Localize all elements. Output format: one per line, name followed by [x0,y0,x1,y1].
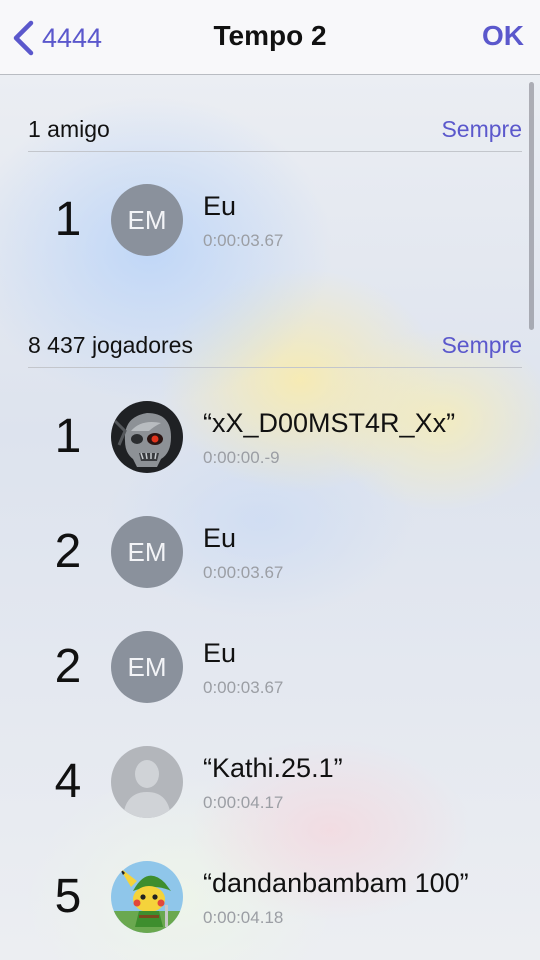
rank-number: 2 [54,525,82,578]
player-name: “dandanbambam 100” [203,868,469,898]
friends-time-filter-button[interactable]: Sempre [441,116,522,143]
avatar-initials: EM [127,205,167,235]
player-name: Eu [203,523,237,553]
navigation-bar: 4444 Tempo 2 OK [0,0,540,75]
pikachu-link-avatar-icon [111,861,183,933]
friends-section-header: 1 amigo Sempre [28,111,522,152]
player-time: 0:00:03.67 [203,231,284,250]
avatar: EM [111,631,183,703]
players-count: 8 437 jogadores [28,332,193,358]
rank-number: 4 [54,755,82,808]
player-time: 0:00:00.-9 [203,448,280,467]
players-time-filter-button[interactable]: Sempre [441,332,522,359]
ok-button[interactable]: OK [482,20,524,52]
list-item[interactable]: 4 “Kathi.25.1” 0:00:04.17 [0,727,540,837]
player-name: Eu [203,638,237,668]
player-name: Eu [203,191,237,221]
skull-warrior-avatar-icon [111,401,183,473]
list-item[interactable]: 2 EM Eu 0:00:03.67 [0,497,540,607]
player-time: 0:00:03.67 [203,563,284,582]
players-section-header: 8 437 jogadores Sempre [28,327,522,368]
rank-number: 2 [54,640,82,693]
leaderboard-list: 1 amigo Sempre 1 EM Eu 0:00:03.67 8 437 … [0,75,540,960]
friends-count: 1 amigo [28,116,110,142]
rank-number: 1 [54,193,82,246]
avatar: EM [111,516,183,588]
rank-number: 1 [54,410,82,463]
rank-number: 5 [54,870,82,923]
player-time: 0:00:04.18 [203,908,284,927]
player-time: 0:00:03.67 [203,678,284,697]
player-time: 0:00:04.17 [203,793,284,812]
page-title: Tempo 2 [213,20,327,51]
list-item[interactable]: 2 EM Eu 0:00:03.67 [0,612,540,722]
avatar-initials: EM [127,652,167,682]
player-name: “Kathi.25.1” [203,753,343,783]
list-item[interactable]: 1 EM Eu 0:00:03.67 [0,165,540,275]
scrollbar[interactable] [529,82,534,330]
player-name: “xX_D00MST4R_Xx” [203,408,456,438]
avatar: EM [111,184,183,256]
list-item[interactable]: 5 “dandanbambam 100” 0:00:04.18 [0,842,540,952]
person-silhouette-avatar-icon [111,746,183,818]
list-item[interactable]: 1 “xX_D00MST4R_Xx” 0:00:00.-9 [0,382,540,492]
avatar-initials: EM [127,537,167,567]
